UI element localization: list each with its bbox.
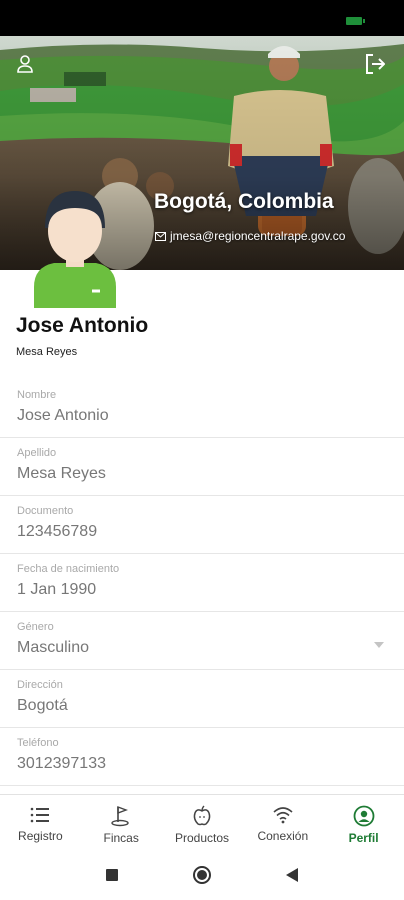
apple-icon [193,805,211,826]
nav-label: Productos [174,831,229,845]
nav-perfil[interactable]: Perfil [323,795,404,850]
email-row: jmesa@regioncentralrape.gov.co [155,229,345,243]
nav-conexion[interactable]: Conexión [242,795,323,850]
field-value: Bogotá [17,697,68,714]
envelope-icon [155,231,166,241]
bottom-navigation: Registro Fincas Productos Conexión Perfi… [0,794,404,850]
profile-surname: Mesa Reyes [16,346,78,358]
nav-fincas[interactable]: Fincas [81,795,162,850]
nav-label: Perfil [348,831,379,845]
field-apellido[interactable]: Apellido Mesa Reyes [0,438,404,496]
field-telefono[interactable]: Teléfono 3012397133 [0,728,404,786]
field-value: 1 Jan 1990 [17,581,97,598]
field-nombre[interactable]: Nombre Jose Antonio [0,380,404,438]
nav-label: Registro [18,829,63,843]
list-icon [31,807,50,823]
field-value: Jose Antonio [17,407,109,424]
profile-button[interactable] [10,49,40,79]
status-bar [0,0,404,36]
nav-label: Fincas [103,831,139,845]
home-button[interactable] [187,860,217,890]
logout-button[interactable] [360,49,390,79]
nav-productos[interactable]: Productos [162,795,243,850]
field-label: Fecha de nacimiento [17,563,120,575]
logout-icon [366,54,385,74]
field-label: Nombre [17,389,57,401]
field-documento[interactable]: Documento 123456789 [0,496,404,554]
profile-name: Jose Antonio [16,314,149,337]
email-text: jmesa@regioncentralrape.gov.co [170,229,346,243]
city-label: Bogotá, Colombia [154,190,334,213]
dropdown-arrow-icon [374,642,384,648]
battery-icon [346,17,365,25]
field-label: Apellido [17,447,57,459]
field-label: Documento [17,505,74,517]
field-label: Teléfono [17,737,59,749]
account-circle-icon [353,805,374,827]
triangle-back-icon [286,868,298,882]
user-outline-icon [17,55,33,73]
field-fecha-nacimiento[interactable]: Fecha de nacimiento 1 Jan 1990 [0,554,404,612]
field-label: Género [17,621,54,633]
wifi-icon [273,807,293,824]
field-label: Dirección [17,679,63,691]
avatar [34,191,116,308]
back-button[interactable] [277,860,307,890]
profile-form: Nombre Jose Antonio Apellido Mesa Reyes … [0,380,404,786]
system-navigation-bar [0,850,404,900]
circle-icon [193,866,211,884]
field-value: 123456789 [17,523,98,540]
recents-button[interactable] [97,860,127,890]
square-icon [106,869,118,881]
field-direccion[interactable]: Dirección Bogotá [0,670,404,728]
flag-icon [111,805,129,827]
field-genero-select[interactable]: Género Masculino [0,612,404,670]
field-value: Masculino [17,639,90,656]
nav-label: Conexión [257,829,309,843]
nav-registro[interactable]: Registro [0,795,81,850]
field-value: 3012397133 [17,755,106,772]
field-value: Mesa Reyes [17,465,106,482]
